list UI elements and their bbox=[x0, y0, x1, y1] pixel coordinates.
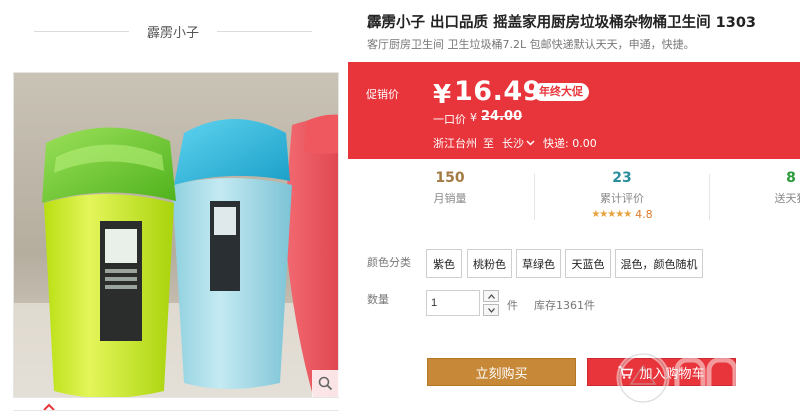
color-option[interactable]: 混色，颜色随机 bbox=[615, 249, 703, 278]
watermark-logo-icon bbox=[616, 351, 787, 405]
color-option[interactable]: 紫色 bbox=[426, 249, 462, 278]
ship-from: 浙江台州 bbox=[433, 137, 477, 150]
promo-price-label: 促销价 bbox=[366, 88, 399, 101]
reviews-label: 累计评价 bbox=[600, 192, 644, 205]
destination-select[interactable]: 长沙 bbox=[502, 135, 535, 151]
product-title: 霹雳小子 出口品质 摇盖家用厨房垃圾桶杂物桶卫生间 1303 bbox=[367, 15, 756, 31]
color-option-label: 颜色分类 bbox=[367, 256, 411, 269]
monthly-sales: 150 月销量 bbox=[400, 170, 500, 206]
quantity-input[interactable] bbox=[426, 290, 480, 316]
product-subtitle: 客厅厨房卫生间 卫生垃圾桶7.2L 包邮快递默认天天，申通，快捷。 bbox=[367, 38, 695, 51]
monthly-sales-label: 月销量 bbox=[433, 192, 467, 205]
divider bbox=[34, 31, 129, 32]
shop-header: 霹雳小子 bbox=[0, 0, 348, 62]
stats-bar: 150 月销量 23 累计评价 ★★★★★ 4.8 8 送天猫 bbox=[348, 170, 800, 230]
divider bbox=[709, 174, 710, 220]
shipping-fee: 快递: 0.00 bbox=[543, 137, 597, 150]
reviews[interactable]: 23 累计评价 ★★★★★ 4.8 bbox=[572, 170, 672, 221]
quantity-increase-button[interactable] bbox=[483, 290, 499, 302]
rating-row: ★★★★★ 4.8 bbox=[572, 208, 672, 221]
quantity-decrease-button[interactable] bbox=[483, 304, 499, 316]
original-currency: ¥ bbox=[470, 111, 477, 124]
magnifier-icon bbox=[318, 376, 333, 391]
quantity-unit: 件 bbox=[507, 299, 518, 312]
original-price: 24.00 bbox=[481, 109, 523, 124]
tmall-points-label: 送天猫 bbox=[774, 192, 800, 205]
buy-now-button[interactable]: 立刻购买 bbox=[427, 358, 576, 386]
chevron-down-icon bbox=[526, 140, 535, 146]
chevron-down-icon bbox=[487, 307, 495, 313]
rating-stars-icon: ★★★★★ bbox=[591, 209, 632, 220]
shop-name[interactable]: 霹雳小子 bbox=[129, 22, 217, 41]
thumbnail-strip bbox=[13, 410, 339, 411]
zoom-button[interactable] bbox=[312, 370, 339, 397]
quantity-label: 数量 bbox=[367, 293, 389, 306]
reviews-value: 23 bbox=[612, 170, 632, 186]
color-option[interactable]: 桃粉色 bbox=[467, 249, 512, 278]
thumbnail-prev-button[interactable] bbox=[40, 400, 58, 414]
divider bbox=[217, 31, 312, 32]
color-option[interactable]: 草绿色 bbox=[516, 249, 561, 278]
destination-value: 长沙 bbox=[502, 137, 524, 150]
stock-count: 库存1361件 bbox=[534, 299, 595, 312]
promo-price: 16.49 bbox=[454, 76, 542, 107]
promo-currency: ¥ bbox=[433, 80, 452, 110]
buy-now-label: 立刻购买 bbox=[475, 366, 528, 382]
chevron-up-icon bbox=[487, 293, 495, 299]
original-price-label: 一口价 bbox=[433, 113, 466, 126]
tmall-points-value: 8 bbox=[786, 170, 796, 186]
divider bbox=[534, 174, 535, 220]
monthly-sales-value: 150 bbox=[435, 170, 465, 186]
tmall-points: 8 送天猫 bbox=[761, 170, 800, 206]
ship-to-label: 至 bbox=[483, 137, 494, 150]
color-option[interactable]: 天蓝色 bbox=[565, 249, 611, 278]
product-photo bbox=[14, 73, 338, 397]
rating-value: 4.8 bbox=[635, 208, 653, 221]
product-main-image[interactable] bbox=[13, 72, 339, 398]
promo-badge: 年终大促 bbox=[533, 83, 589, 101]
